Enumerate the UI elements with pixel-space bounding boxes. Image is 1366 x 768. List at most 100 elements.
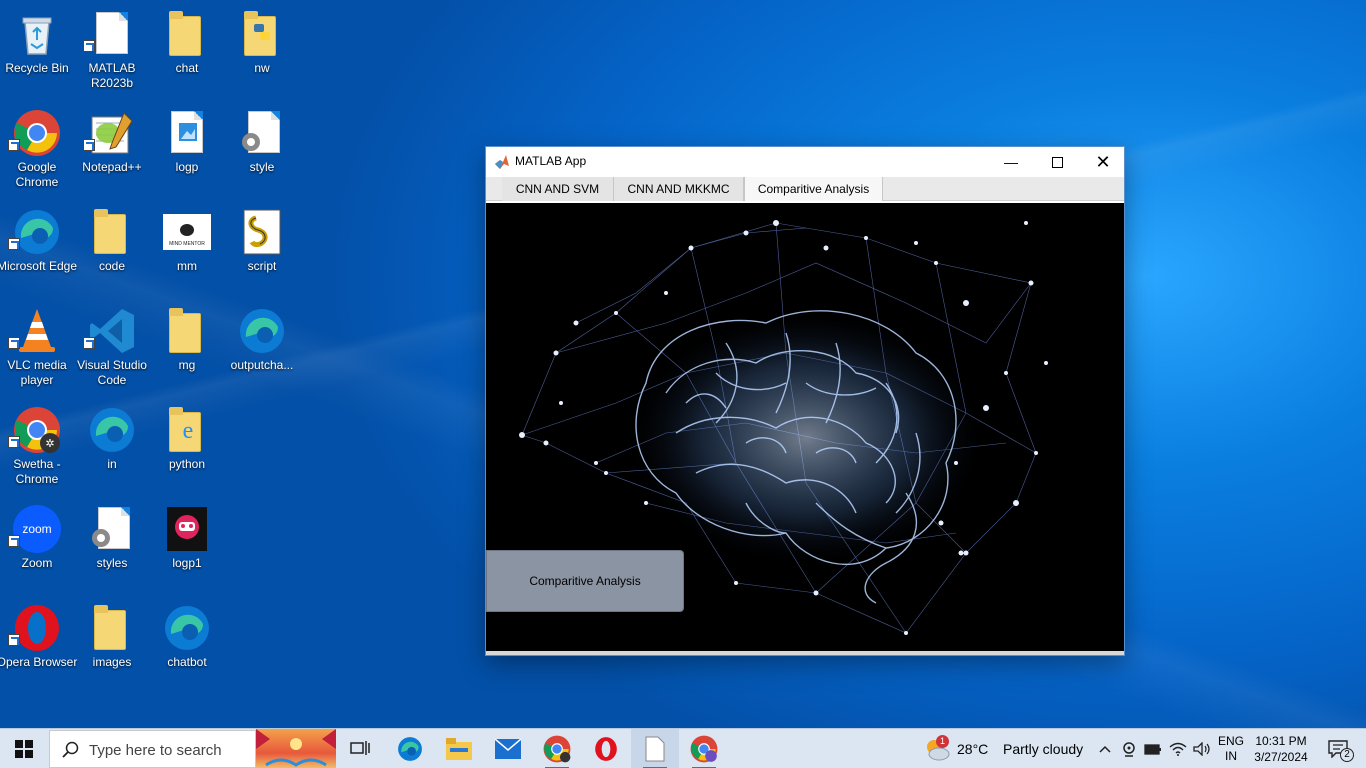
desktop-icon-recycle-bin[interactable]: Recycle Bin (0, 4, 74, 96)
mind-mentor-logo-icon: MIND MENTOR (163, 208, 211, 256)
taskbar-chrome-profile[interactable] (533, 729, 581, 768)
desktop-icon-label: python (168, 457, 206, 471)
desktop-icon-chatbot[interactable]: chatbot (150, 598, 224, 690)
desktop-icon-styles[interactable]: styles (75, 499, 149, 591)
desktop-icon-opera[interactable]: Opera Browser (0, 598, 77, 690)
taskbar-edge[interactable] (386, 729, 434, 768)
input-language-button[interactable]: ENG IN (1214, 729, 1248, 768)
network-button[interactable] (1166, 729, 1190, 768)
edge-icon (13, 208, 61, 256)
mind-mentor-logo-text: MIND MENTOR (169, 241, 205, 247)
desktop-icon-label: images (92, 655, 132, 669)
vlc-cone-icon (13, 307, 61, 355)
taskbar-matlab-app[interactable] (631, 729, 679, 768)
desktop-icon-mg[interactable]: mg (150, 301, 224, 393)
settings-file-icon (238, 109, 286, 157)
desktop-icon-chat[interactable]: chat (150, 4, 224, 96)
notepad-plus-plus-icon (88, 109, 136, 157)
maximize-button[interactable] (1034, 147, 1080, 177)
search-placeholder: Type here to search (89, 742, 222, 759)
opera-icon (13, 604, 61, 652)
zoom-logo-text: zoom (22, 522, 51, 536)
window-titlebar[interactable]: MATLAB App — ✕ (486, 147, 1124, 177)
desktop-icon-images[interactable]: images (75, 598, 149, 690)
close-icon: ✕ (1095, 151, 1111, 172)
desktop-icon-script[interactable]: script (225, 202, 299, 294)
folder-icon (163, 10, 211, 58)
webcam-icon (1123, 742, 1135, 757)
close-button[interactable]: ✕ (1080, 147, 1126, 177)
desktop-icon-label: Recycle Bin (5, 61, 69, 75)
tab-cnn-and-svm[interactable]: CNN AND SVM (502, 177, 614, 201)
desktop-icon-matlab[interactable]: MATLAB R2023b (75, 4, 149, 96)
desktop-icon-label: chatbot (167, 655, 207, 669)
volume-button[interactable] (1190, 729, 1214, 768)
minimize-button[interactable]: — (988, 147, 1034, 177)
desktop-icon-label: Visual Studio Code (77, 358, 147, 387)
desktop-icon-microsoft-edge[interactable]: Microsoft Edge (0, 202, 77, 294)
folder-icon (163, 307, 211, 355)
desktop-icon-style[interactable]: style (225, 103, 299, 195)
tab-cnn-and-mkkmc[interactable]: CNN AND MKKMC (614, 177, 744, 201)
desktop-icon-google-chrome[interactable]: Google Chrome (0, 103, 74, 195)
chevron-up-icon (1099, 745, 1111, 753)
taskbar-search-box[interactable]: Type here to search (49, 730, 256, 768)
desktop-icon-mm[interactable]: MIND MENTOR mm (150, 202, 224, 294)
shortcut-arrow-icon (83, 337, 95, 349)
script-file-icon (238, 208, 286, 256)
shortcut-arrow-icon (83, 40, 95, 52)
search-highlight-banner[interactable] (256, 729, 336, 768)
desktop-icon-zoom[interactable]: zoom Zoom (0, 499, 74, 591)
opera-icon (595, 737, 617, 761)
desktop-icon-outputchat[interactable]: outputcha... (225, 301, 299, 393)
weather-condition: Partly cloudy (1003, 741, 1084, 757)
taskbar-opera[interactable] (582, 729, 630, 768)
desktop-icon-label: chat (175, 61, 199, 75)
desktop-icon-vscode[interactable]: Visual Studio Code (75, 301, 149, 393)
taskbar-chrome-second-profile[interactable] (680, 729, 728, 768)
desktop-icon-in[interactable]: in (75, 400, 149, 492)
tab-comparitive-analysis[interactable]: Comparitive Analysis (744, 177, 883, 201)
desktop-icon-code[interactable]: code (75, 202, 149, 294)
desktop-icon-label: outputcha... (230, 358, 294, 372)
clock-time: 10:31 PM (1255, 734, 1307, 748)
chrome-profile-icon (543, 735, 571, 763)
desktop-icon-python[interactable]: e python (150, 400, 224, 492)
desktop-icon-swetha-chrome[interactable]: ✲ Swetha - Chrome (0, 400, 74, 492)
desktop-icon-vlc[interactable]: VLC media player (0, 301, 74, 393)
chrome-icon (13, 109, 61, 157)
taskbar-mail[interactable] (484, 729, 532, 768)
weather-temp: 28°C (957, 741, 989, 757)
comparitive-analysis-button[interactable]: Comparitive Analysis (486, 550, 684, 612)
desktop-icon-logp[interactable]: logp (150, 103, 224, 195)
desktop-icon-label: mg (178, 358, 196, 372)
ie-folder-icon: e (163, 406, 211, 454)
notification-count: 2 (1340, 748, 1354, 762)
desktop-icon-label: Microsoft Edge (0, 259, 78, 273)
shortcut-arrow-icon (83, 139, 95, 151)
desktop-icon-notepad-plus-plus[interactable]: Notepad++ (75, 103, 149, 195)
folder-icon (88, 208, 136, 256)
clock-button[interactable]: 10:31 PM 3/27/2024 (1250, 729, 1312, 768)
desktop-icon-nw[interactable]: nw (225, 4, 299, 96)
desktop-icon-label: mm (177, 259, 197, 273)
robot-logo-icon (163, 505, 211, 553)
recycle-bin-icon (13, 10, 61, 58)
vscode-icon (88, 307, 136, 355)
desktop-icon-label: MATLAB R2023b (88, 61, 136, 90)
meet-now-button[interactable] (1118, 729, 1140, 768)
chrome-profile-icon (690, 735, 718, 763)
action-center-button[interactable]: 2 (1316, 729, 1360, 768)
show-hidden-icons-button[interactable] (1094, 729, 1116, 768)
festival-doodle-icon (256, 729, 336, 767)
start-button[interactable] (0, 729, 48, 768)
battery-button[interactable] (1142, 729, 1164, 768)
taskbar-file-explorer[interactable] (435, 729, 483, 768)
matlab-app-window[interactable]: MATLAB App — ✕ CNN AND SVM CNN AND MKKMC… (485, 146, 1125, 656)
windows-logo-icon (15, 740, 33, 758)
weather-widget[interactable]: 1 28°C Partly cloudy (924, 729, 1084, 768)
desktop-icon-logp1[interactable]: logp1 (150, 499, 224, 591)
task-view-button[interactable] (336, 729, 384, 768)
svg-text:✲: ✲ (45, 438, 54, 450)
shortcut-arrow-icon (8, 139, 20, 151)
